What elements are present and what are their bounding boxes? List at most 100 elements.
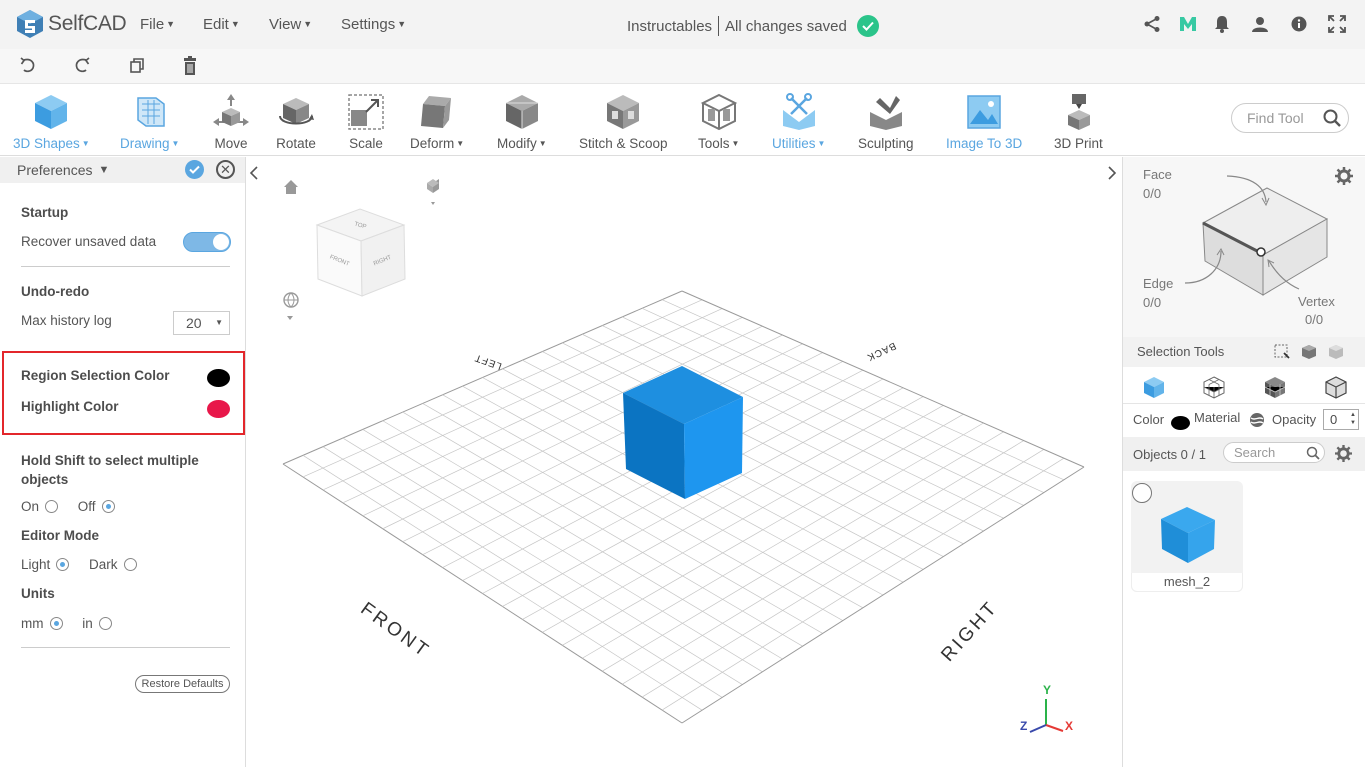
- preferences-title: Preferences: [17, 162, 93, 178]
- scene-canvas[interactable]: TOP FRONT RIGHT LEFT BACK FRONT RIGHT Y …: [246, 157, 1122, 767]
- globe-icon[interactable]: [283, 292, 299, 320]
- restore-defaults-button[interactable]: Restore Defaults: [135, 675, 230, 693]
- user-icon[interactable]: [1250, 14, 1270, 34]
- shift-on-radio[interactable]: [45, 500, 59, 513]
- menu-edit[interactable]: Edit ▼: [203, 16, 240, 33]
- selfcad-logo[interactable]: SelfCAD: [16, 9, 127, 39]
- mesh-cube[interactable]: [623, 366, 743, 499]
- undo-redo-heading: Undo-redo: [21, 284, 90, 299]
- material-sphere-icon[interactable]: [1249, 412, 1265, 428]
- cube-icon: [35, 95, 68, 129]
- view-cube[interactable]: TOP FRONT RIGHT: [315, 208, 406, 297]
- fullscreen-icon[interactable]: [1327, 14, 1347, 34]
- mm-radio[interactable]: [49, 617, 63, 630]
- edge-mode-icon[interactable]: [1263, 375, 1287, 399]
- highlight-color-swatch[interactable]: [207, 400, 230, 418]
- undo-icon[interactable]: [19, 56, 39, 76]
- collapse-left-icon[interactable]: [249, 166, 258, 180]
- shift-off-label: Off: [77, 499, 96, 514]
- grid-line: [681, 466, 1085, 724]
- share-icon[interactable]: [1142, 14, 1162, 34]
- grid-front-label: FRONT: [357, 598, 434, 662]
- settings-gear-icon[interactable]: [1335, 167, 1353, 185]
- utilities-icon: [782, 93, 815, 130]
- selfcad-logo-icon: [17, 10, 43, 38]
- collapse-triangle-icon[interactable]: ▼: [98, 164, 109, 176]
- in-radio[interactable]: [98, 617, 112, 630]
- select-object-icon[interactable]: [1327, 343, 1345, 361]
- object-mode-icon[interactable]: [1142, 375, 1166, 399]
- bell-icon[interactable]: [1212, 14, 1232, 34]
- axis-x-label: X: [1065, 719, 1073, 733]
- saved-check-icon: [856, 15, 879, 37]
- tool-tools[interactable]: Tools ▼: [698, 92, 739, 154]
- tool-image-to-3d[interactable]: Image To 3D: [946, 92, 1022, 154]
- tool-3d-shapes[interactable]: 3D Shapes ▼: [13, 92, 90, 154]
- tool-sculpting[interactable]: Sculpting: [858, 92, 914, 154]
- search-icon[interactable]: [1322, 108, 1342, 128]
- tool-3d-print[interactable]: 3D Print: [1054, 92, 1103, 154]
- object-card[interactable]: mesh_2: [1131, 481, 1243, 592]
- dark-radio[interactable]: [123, 558, 137, 571]
- tool-deform[interactable]: Deform ▼: [410, 92, 464, 154]
- shift-heading: Hold Shift to select multiple objects: [21, 453, 199, 487]
- opacity-value: 0: [1330, 412, 1338, 427]
- editor-mode-heading: Editor Mode: [21, 528, 99, 543]
- tool-drawing[interactable]: Drawing ▼: [120, 92, 179, 154]
- mm-label: mm: [21, 616, 44, 631]
- vertex-mode-icon[interactable]: [1324, 375, 1348, 399]
- properties-row: Color Material Opacity 0 ▲ ▼: [1123, 403, 1365, 435]
- tool-rotate[interactable]: Rotate: [276, 92, 316, 154]
- home-icon[interactable]: [284, 180, 298, 194]
- confirm-check-icon[interactable]: [185, 160, 204, 179]
- menu-settings[interactable]: Settings ▼: [341, 16, 406, 33]
- info-icon[interactable]: [1289, 14, 1309, 34]
- copy-icon[interactable]: [128, 56, 148, 76]
- m-logo-icon[interactable]: [1178, 14, 1198, 34]
- trash-icon[interactable]: [182, 56, 202, 76]
- menu-view[interactable]: View ▼: [269, 16, 312, 33]
- tool-scale[interactable]: Scale: [346, 92, 386, 154]
- view-mode-icon[interactable]: [427, 179, 439, 205]
- close-icon[interactable]: ✕: [216, 160, 235, 179]
- objects-search-input[interactable]: Search: [1223, 442, 1325, 463]
- tool-utilities[interactable]: Utilities ▼: [772, 92, 825, 154]
- shift-off-radio[interactable]: [101, 500, 115, 513]
- tool-stitch-scoop[interactable]: Stitch & Scoop: [579, 92, 668, 154]
- recover-toggle[interactable]: [183, 232, 231, 252]
- stepper-arrows-icon[interactable]: ▲ ▼: [1350, 411, 1356, 427]
- project-name[interactable]: Instructables: [627, 18, 712, 35]
- find-tool-input[interactable]: Find Tool: [1231, 103, 1349, 133]
- divider: [21, 647, 230, 648]
- move-icon: [213, 94, 249, 126]
- project-title-area: Instructables All changes saved: [627, 15, 879, 37]
- search-icon[interactable]: [1306, 446, 1320, 460]
- axis-gizmo: Y X Z: [1020, 683, 1073, 733]
- 3d-viewport[interactable]: TOP FRONT RIGHT LEFT BACK FRONT RIGHT Y …: [246, 157, 1122, 767]
- tool-modify[interactable]: Modify ▼: [497, 92, 547, 154]
- select-cubes-icon[interactable]: [1300, 343, 1318, 361]
- units-radio-group: mm in: [21, 616, 128, 631]
- collapse-right-icon[interactable]: [1108, 166, 1117, 180]
- shift-on-label: On: [21, 499, 40, 514]
- in-label: in: [82, 616, 93, 631]
- grid-back-label: BACK: [865, 340, 898, 363]
- history-select[interactable]: 20 ▼: [173, 311, 230, 335]
- recover-label: Recover unsaved data: [21, 234, 157, 249]
- objects-settings-gear-icon[interactable]: [1335, 445, 1352, 462]
- box-select-icon[interactable]: [1274, 344, 1290, 360]
- menu-file[interactable]: File ▼: [140, 16, 175, 33]
- face-mode-icon[interactable]: [1202, 375, 1226, 399]
- object-color-swatch[interactable]: [1171, 416, 1190, 430]
- tool-move[interactable]: Move: [211, 92, 251, 154]
- object-select-checkbox[interactable]: [1132, 483, 1152, 503]
- redo-icon[interactable]: [73, 56, 93, 76]
- opacity-input[interactable]: 0 ▲ ▼: [1323, 409, 1359, 430]
- light-radio[interactable]: [56, 558, 70, 571]
- preferences-header: Preferences ▼: [0, 157, 245, 183]
- region-color-swatch[interactable]: [207, 369, 230, 387]
- top-bar: SelfCAD File ▼ Edit ▼ View ▼ Settings ▼ Inst…: [0, 0, 1365, 49]
- color-label: Color: [1133, 412, 1165, 427]
- grid-line: [661, 457, 1065, 711]
- rotate-icon: [279, 98, 314, 125]
